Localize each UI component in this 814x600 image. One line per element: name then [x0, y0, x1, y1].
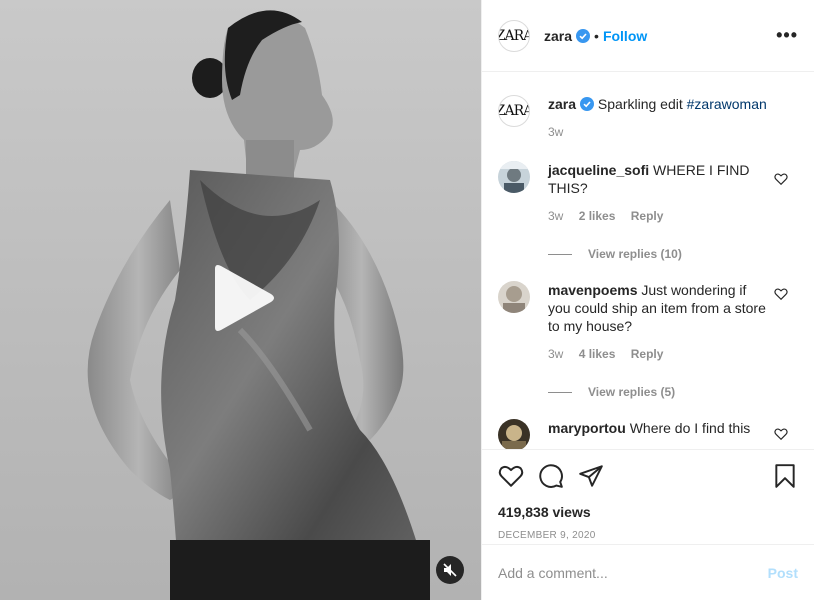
bookmark-icon[interactable] [772, 463, 798, 489]
post-header: ZARA zara • Follow ••• [482, 0, 814, 72]
comment-text: maryportou Where do I find this [548, 419, 768, 437]
account-avatar[interactable]: ZARA [498, 19, 530, 52]
action-icons [498, 462, 798, 490]
caption-time[interactable]: 3w [548, 125, 563, 139]
more-options-icon[interactable]: ••• [776, 25, 798, 46]
comment-text: jacqueline_sofi WHERE I FIND THIS? [548, 161, 768, 197]
add-comment-input[interactable] [498, 564, 768, 581]
view-replies-label: View replies (10) [588, 247, 682, 261]
mute-button[interactable] [436, 556, 464, 584]
post-media[interactable] [0, 0, 481, 600]
comment-time[interactable]: 3w [548, 347, 563, 361]
verified-badge-icon [576, 28, 591, 43]
comment-icon[interactable] [538, 463, 564, 489]
caption-row: ZARA zara Sparkling edit #zarawoman 3w [498, 73, 798, 139]
reply-button[interactable]: Reply [631, 347, 664, 361]
share-icon[interactable] [578, 463, 604, 489]
caption-hashtag[interactable]: #zarawoman [687, 96, 767, 112]
replies-divider [548, 253, 572, 255]
comment-row: maryportou Where do I find this [498, 399, 798, 449]
commenter-avatar[interactable] [498, 281, 530, 313]
caption-avatar[interactable]: ZARA [498, 95, 530, 127]
comment-row: jacqueline_sofi WHERE I FIND THIS? 3w 2 … [498, 139, 798, 223]
comments-list[interactable]: ZARA zara Sparkling edit #zarawoman 3w [482, 73, 814, 449]
account-username[interactable]: zara [544, 28, 572, 44]
comment-row: mavenpoems Just wondering if you could s… [498, 261, 798, 361]
like-comment-heart-icon[interactable] [774, 287, 788, 301]
caption-body: Sparkling edit [597, 96, 683, 112]
play-button[interactable] [209, 263, 277, 333]
heart-icon[interactable] [498, 463, 524, 489]
play-icon [215, 265, 274, 331]
view-count[interactable]: 419,838 views [498, 504, 798, 520]
comment-body: Where do I find this [629, 420, 751, 436]
comment-username[interactable]: jacqueline_sofi [548, 162, 649, 178]
like-comment-heart-icon[interactable] [774, 172, 788, 186]
comment-text: mavenpoems Just wondering if you could s… [548, 281, 768, 335]
follow-button[interactable]: Follow [603, 28, 647, 44]
comment-meta: 3w 2 likes Reply [548, 209, 768, 223]
reply-button[interactable]: Reply [631, 209, 664, 223]
post-comment-button[interactable]: Post [768, 565, 798, 581]
comment-meta: 3w 4 likes Reply [548, 347, 768, 361]
add-comment-bar: Post [482, 544, 814, 600]
post-date[interactable]: DECEMBER 9, 2020 [498, 530, 798, 541]
like-comment-heart-icon[interactable] [774, 427, 788, 441]
commenter-avatar[interactable] [498, 161, 530, 193]
caption-username[interactable]: zara [548, 96, 576, 112]
verified-badge-icon [580, 97, 595, 111]
caption-text: zara Sparkling edit #zarawoman [548, 95, 768, 113]
view-replies-button[interactable]: View replies (5) [548, 385, 798, 399]
comment-username[interactable]: maryportou [548, 420, 626, 436]
commenter-avatar-image [498, 161, 530, 193]
comment-username[interactable]: mavenpoems [548, 282, 637, 298]
post-panel: ZARA zara • Follow ••• ZARA zara Sparkli… [481, 0, 814, 600]
avatar-logo-text: ZARA [499, 103, 529, 119]
separator-dot: • [594, 27, 599, 44]
comment-time[interactable]: 3w [548, 209, 563, 223]
mute-icon [443, 563, 457, 577]
avatar-logo-text: ZARA [499, 27, 529, 44]
commenter-avatar[interactable] [498, 419, 530, 449]
commenter-avatar-image [498, 419, 530, 449]
comment-likes[interactable]: 4 likes [579, 347, 616, 361]
comment-likes[interactable]: 2 likes [579, 209, 616, 223]
view-replies-button[interactable]: View replies (10) [548, 247, 798, 261]
caption-meta: 3w [548, 125, 768, 139]
commenter-avatar-image [498, 281, 530, 313]
post-actions: 419,838 views DECEMBER 9, 2020 [482, 449, 814, 541]
view-replies-label: View replies (5) [588, 385, 676, 399]
replies-divider [548, 391, 572, 393]
